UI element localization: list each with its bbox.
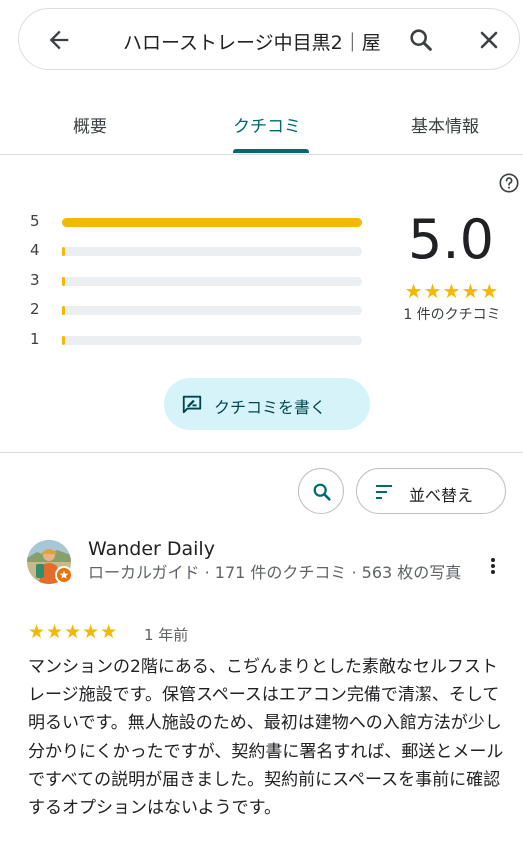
help-icon[interactable]	[498, 172, 520, 194]
rating-row-label: 2	[30, 300, 40, 318]
search-input[interactable]: ハローストレージ中目黒2｜屋	[123, 28, 399, 55]
more-options-icon[interactable]	[488, 556, 498, 576]
rating-row-label: 4	[30, 241, 40, 259]
average-stars: ★★★★★	[404, 279, 500, 303]
review-text: マンションの2階にある、こぢんまりとした素敵なセルフストレージ施設です。保管スペ…	[28, 657, 504, 819]
rating-bar-fill	[62, 218, 362, 227]
rating-bar-track	[62, 247, 362, 256]
tab-overview[interactable]: 概要	[73, 112, 107, 137]
sort-icon	[376, 485, 392, 499]
reviewer-name[interactable]: Wander Daily	[88, 538, 215, 560]
average-score: 5.0	[408, 208, 494, 271]
local-guide-badge-icon	[55, 566, 73, 584]
rating-bar-fill	[62, 247, 65, 256]
back-arrow-icon[interactable]	[45, 26, 73, 54]
rating-row-label: 1	[30, 330, 40, 348]
rating-bar-fill	[62, 306, 65, 315]
section-divider	[0, 452, 523, 453]
rating-bar-fill	[62, 336, 65, 345]
reviewer-meta: ローカルガイド · 171 件のクチコミ · 563 枚の写真	[88, 563, 462, 582]
write-review-button[interactable]: クチコミを書く	[164, 378, 370, 430]
search-reviews-button[interactable]	[298, 468, 344, 514]
active-tab-indicator	[233, 149, 309, 153]
rating-bar-track	[62, 306, 362, 315]
rating-row-label: 3	[30, 271, 40, 289]
write-review-label: クチコミを書く	[214, 398, 327, 417]
rating-bar-track	[62, 218, 362, 227]
search-icon[interactable]	[407, 26, 435, 54]
search-icon	[313, 483, 331, 501]
rating-bar-fill	[62, 277, 65, 286]
tab-bar: 概要 クチコミ 基本情報	[0, 94, 523, 155]
tab-reviews[interactable]: クチコミ	[233, 112, 301, 137]
rating-bar-track	[62, 277, 362, 286]
tab-info[interactable]: 基本情報	[411, 112, 479, 137]
rate-review-icon	[182, 395, 202, 414]
review-time: 1 年前	[144, 626, 189, 644]
sort-button[interactable]: 並べ替え	[356, 468, 506, 514]
rating-row-label: 5	[30, 212, 40, 230]
close-icon[interactable]	[475, 26, 503, 54]
review-stars: ★★★★★	[28, 621, 119, 643]
rating-bar-track	[62, 336, 362, 345]
sort-label: 並べ替え	[409, 486, 474, 505]
review-count[interactable]: 1 件のクチコミ	[390, 304, 514, 324]
search-bar[interactable]: ハローストレージ中目黒2｜屋	[18, 8, 520, 70]
